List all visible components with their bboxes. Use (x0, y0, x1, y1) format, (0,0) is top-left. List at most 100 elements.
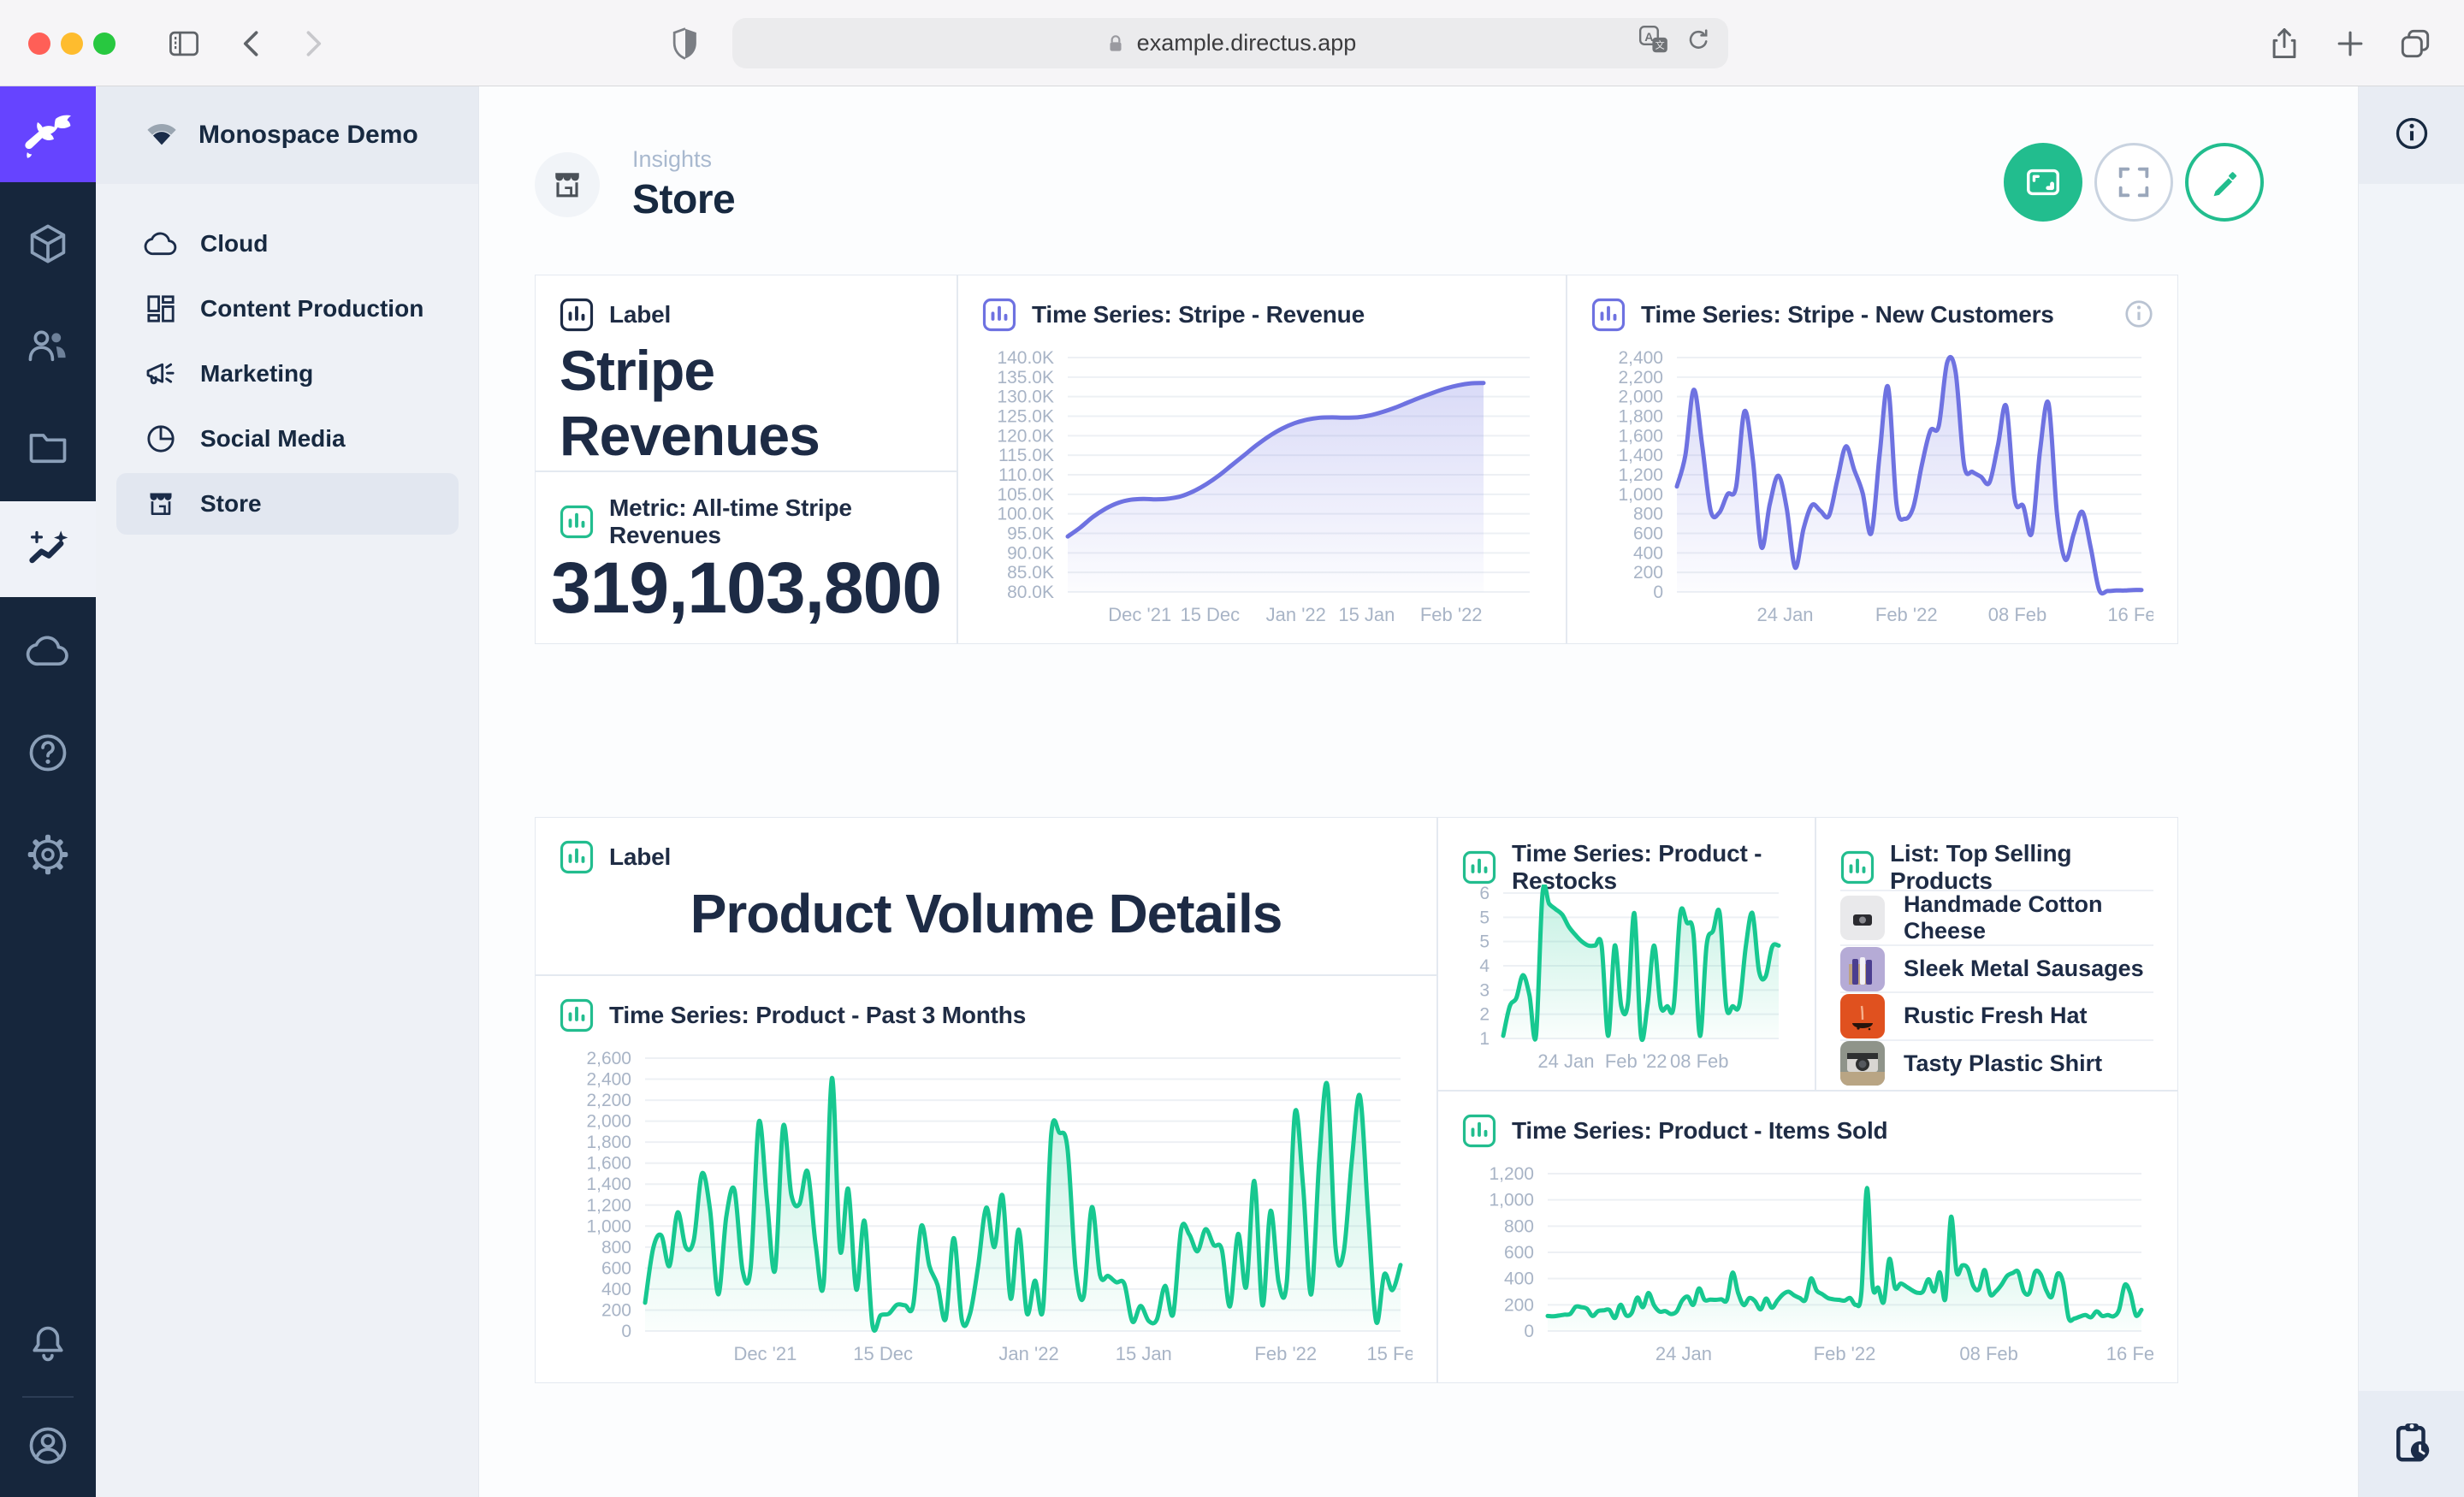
svg-text:2,200: 2,200 (1618, 368, 1663, 388)
svg-text:Feb '22: Feb '22 (1420, 604, 1483, 625)
svg-text:0: 0 (1524, 1322, 1534, 1341)
svg-text:16 Feb: 16 Feb (2106, 1343, 2153, 1364)
sidebar-item-marketing[interactable]: Marketing (116, 343, 459, 405)
panel-type-icon (1462, 1114, 1496, 1148)
svg-text:15 Dec: 15 Dec (1180, 604, 1240, 625)
svg-text:600: 600 (1504, 1243, 1534, 1263)
svg-text:08 Feb: 08 Feb (1959, 1343, 2018, 1364)
project-sidebar: Monospace Demo Cloud Content ProductionMa… (96, 86, 479, 1497)
svg-text:2,000: 2,000 (586, 1112, 631, 1132)
svg-text:16 Feb: 16 Feb (2107, 604, 2153, 625)
browser-back-icon[interactable] (231, 22, 274, 65)
svg-text:95.0K: 95.0K (1007, 524, 1054, 544)
panel-header: Time Series: Product - Items Sold (1512, 1117, 1887, 1145)
label-text: Product Volume Details (690, 882, 1282, 945)
reload-icon[interactable] (1684, 26, 1713, 61)
svg-text:A: A (1644, 31, 1653, 44)
product-name: Tasty Plastic Shirt (1904, 1050, 2102, 1077)
privacy-shield-icon[interactable] (664, 22, 707, 65)
svg-text:110.0K: 110.0K (998, 465, 1054, 485)
directus-logo[interactable] (0, 86, 96, 182)
sidebar-info-section[interactable] (2359, 86, 2464, 184)
panel-top-selling-products: List: Top Selling Products Handmade Cott… (1815, 817, 2178, 1091)
panel-type-icon (560, 505, 594, 539)
product-list-item[interactable]: Rustic Fresh Hat (1840, 991, 2153, 1038)
module-help-icon[interactable] (0, 705, 96, 801)
svg-text:2: 2 (1479, 1005, 1490, 1025)
sidebar-item-label: Social Media (200, 425, 346, 453)
svg-text:2,000: 2,000 (1618, 388, 1663, 407)
panel-restocks-chart: Time Series: Product - Restocks 65543212… (1437, 817, 1815, 1091)
panel-type-icon (560, 998, 594, 1033)
svg-text:15 Jan: 15 Jan (1116, 1343, 1172, 1364)
project-header[interactable]: Monospace Demo (96, 86, 478, 184)
window-close-button[interactable] (28, 33, 50, 55)
svg-text:80.0K: 80.0K (1007, 583, 1054, 602)
svg-text:2,400: 2,400 (1618, 349, 1663, 368)
svg-text:400: 400 (1633, 543, 1663, 563)
tab-overview-icon[interactable] (2394, 22, 2437, 65)
panel-header: Label (609, 843, 671, 871)
product-name: Rustic Fresh Hat (1904, 1003, 2088, 1029)
panel-type-icon (1840, 850, 1875, 885)
dashboard-icon (144, 292, 178, 326)
panel-header: Metric: All-time Stripe Revenues (609, 494, 933, 549)
window-minimize-button[interactable] (61, 33, 83, 55)
window-zoom-button[interactable] (93, 33, 116, 55)
product-list-item[interactable]: Tasty Plastic Shirt (1840, 1039, 2153, 1086)
product-list-item[interactable]: Handmade Cotton Cheese (1840, 890, 2153, 944)
browser-sidebar-toggle-icon[interactable] (163, 22, 205, 65)
svg-text:800: 800 (1504, 1216, 1534, 1236)
module-bell-icon[interactable] (0, 1296, 96, 1392)
product-list-item[interactable]: Sleek Metal Sausages (1840, 944, 2153, 991)
panel-type-icon (982, 298, 1016, 332)
module-insights-icon[interactable] (0, 501, 96, 597)
svg-text:1,600: 1,600 (586, 1154, 631, 1174)
right-sidebar (2358, 86, 2464, 1497)
module-folder-icon[interactable] (0, 399, 96, 495)
panel-header: Time Series: Product - Past 3 Months (609, 1002, 1026, 1029)
info-icon[interactable] (2123, 298, 2155, 334)
panel-header: List: Top Selling Products (1890, 840, 2153, 895)
project-name: Monospace Demo (198, 121, 418, 150)
fullscreen-button[interactable] (2094, 143, 2173, 222)
fit-screen-button[interactable] (2004, 143, 2082, 222)
activity-log-button[interactable] (2359, 1391, 2464, 1497)
panel-new-customers-chart: Time Series: Stripe - New Customers 2,40… (1567, 275, 2178, 644)
sidebar-item-store[interactable]: Store (116, 473, 459, 535)
svg-text:0: 0 (1653, 583, 1663, 602)
svg-text:135.0K: 135.0K (997, 368, 1054, 388)
share-icon[interactable] (2263, 22, 2306, 65)
sidebar-item-label: Cloud (200, 230, 268, 257)
module-gear-icon[interactable] (0, 807, 96, 902)
address-bar[interactable]: example.directus.app A文 (732, 18, 1728, 68)
svg-text:24 Jan: 24 Jan (1756, 604, 1813, 625)
megaphone-icon (144, 357, 178, 391)
product-thumbnail (1840, 947, 1885, 991)
sidebar-item-social-media[interactable]: Social Media (116, 408, 459, 470)
svg-text:Feb '22: Feb '22 (1875, 604, 1938, 625)
info-icon[interactable] (2393, 115, 2431, 157)
module-cloud-icon[interactable] (0, 603, 96, 699)
svg-text:Feb '22: Feb '22 (1605, 1050, 1667, 1072)
panel-header: Time Series: Stripe - Revenue (1032, 301, 1365, 328)
product-name: Handmade Cotton Cheese (1904, 891, 2153, 944)
sidebar-item-cloud[interactable]: Cloud (116, 213, 459, 275)
svg-text:1,200: 1,200 (1489, 1165, 1534, 1184)
svg-text:6: 6 (1479, 885, 1490, 903)
url-text: example.directus.app (1137, 30, 1357, 56)
new-tab-icon[interactable] (2329, 22, 2372, 65)
edit-dashboard-button[interactable] (2185, 143, 2264, 222)
panel-header: Time Series: Stripe - New Customers (1641, 301, 2054, 328)
label-text: Stripe Revenues (560, 338, 933, 468)
module-account-icon[interactable] (0, 1398, 96, 1494)
sidebar-item-content-production[interactable]: Content Production (116, 278, 459, 340)
svg-text:600: 600 (1633, 524, 1663, 544)
svg-text:Dec '21: Dec '21 (733, 1343, 797, 1364)
svg-text:200: 200 (1633, 563, 1663, 583)
module-cube-icon[interactable] (0, 196, 96, 292)
translate-icon[interactable]: A文 (1638, 24, 1670, 62)
module-people-icon[interactable] (0, 298, 96, 393)
breadcrumb[interactable]: Insights (632, 146, 735, 173)
top-products-list: Handmade Cotton CheeseSleek Metal Sausag… (1840, 890, 2153, 1086)
